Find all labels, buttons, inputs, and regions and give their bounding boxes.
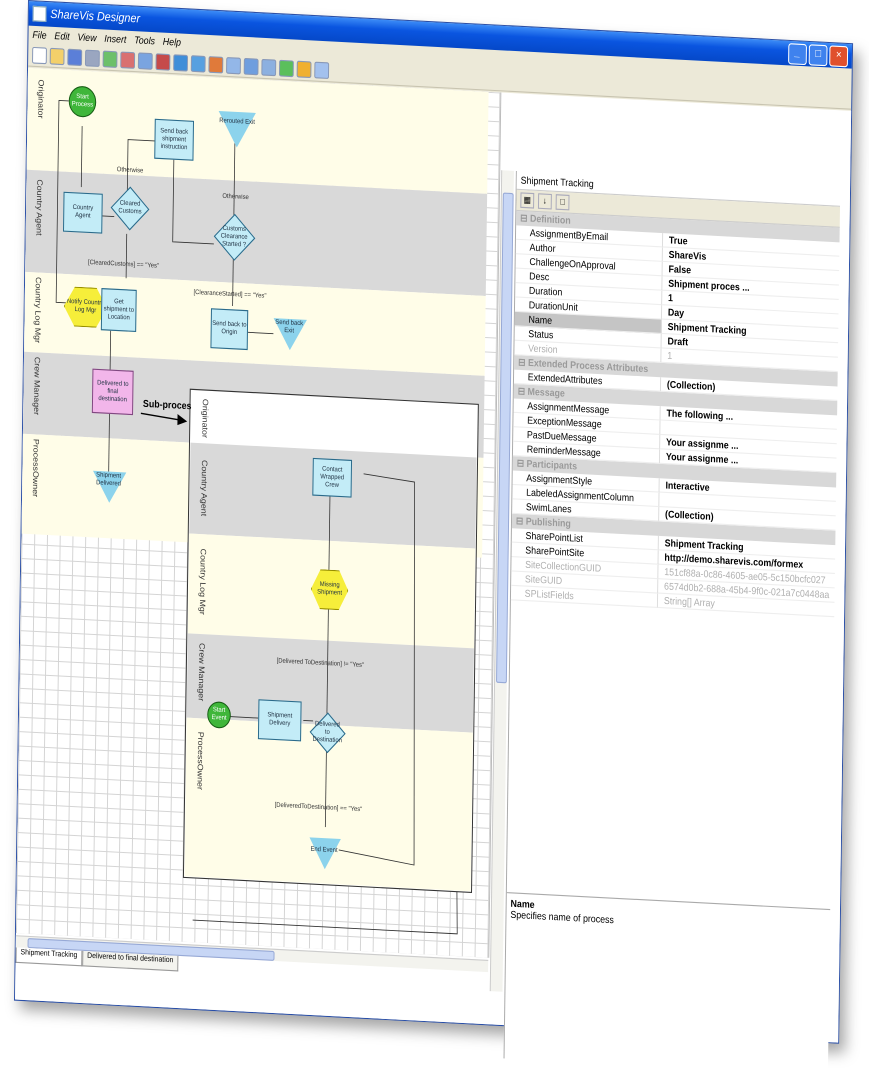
sub-lane-originator: Originator bbox=[200, 398, 210, 439]
tab-shipment-tracking[interactable]: Shipment Tracking bbox=[15, 947, 83, 967]
menu-view[interactable]: View bbox=[77, 28, 96, 47]
bars-icon[interactable] bbox=[155, 52, 171, 71]
send-back-shipment-instruction-node[interactable]: Send back shipment instruction bbox=[154, 118, 194, 161]
shipment-delivery-node[interactable]: Shipment Delivery bbox=[257, 699, 302, 742]
sub-lane-crew-manager: Crew Manager bbox=[196, 642, 207, 702]
minimize-icon[interactable]: _ bbox=[788, 43, 807, 66]
sub-lane-country-agent: Country Agent bbox=[199, 459, 209, 517]
property-grid: ⊟ Definition AssignmentByEmail True Author S… bbox=[510, 210, 840, 618]
maximize-icon[interactable]: □ bbox=[808, 44, 828, 67]
sub-lane-process-owner: ProcessOwner bbox=[195, 731, 206, 791]
delivered-to-final-destination-node[interactable]: Delivered to final destination bbox=[91, 368, 134, 416]
close-icon[interactable]: × bbox=[829, 45, 849, 68]
chart-icon[interactable] bbox=[120, 50, 136, 69]
window-title: ShareVis Designer bbox=[50, 7, 141, 26]
categorized-icon[interactable]: ▦ bbox=[520, 192, 535, 209]
main-area: Originator Country Agent Country Log Mgr… bbox=[15, 67, 852, 1076]
property-pages-icon[interactable]: □ bbox=[555, 194, 570, 211]
send-back-to-origin-node[interactable]: Send back to Origin bbox=[210, 308, 249, 351]
country-agent-node[interactable]: Country Agent bbox=[63, 191, 103, 234]
menu-edit[interactable]: Edit bbox=[54, 27, 69, 46]
designer-window: ShareVis Designer _ □ × File Edit View I… bbox=[14, 0, 854, 1076]
open-icon[interactable] bbox=[49, 47, 65, 65]
menu-insert[interactable]: Insert bbox=[104, 30, 126, 49]
property-description: Name Specifies name of process bbox=[505, 892, 831, 976]
validate-icon[interactable] bbox=[102, 49, 118, 68]
print-icon[interactable] bbox=[84, 49, 100, 67]
settings-icon[interactable] bbox=[190, 54, 206, 73]
diagram-canvas[interactable]: Originator Country Agent Country Log Mgr… bbox=[15, 67, 502, 958]
save-icon[interactable] bbox=[67, 48, 83, 66]
shipment-delivered-label: Shipment Delivered bbox=[96, 472, 122, 488]
contact-wrapped-crew-node[interactable]: Contact Wrapped Crew bbox=[312, 457, 353, 498]
menu-help[interactable]: Help bbox=[163, 33, 181, 52]
globe-icon[interactable] bbox=[173, 53, 189, 72]
sub-lane-country-log-mgr: Country Log Mgr bbox=[197, 548, 208, 616]
menu-file[interactable]: File bbox=[32, 26, 46, 44]
app-icon bbox=[32, 5, 47, 23]
condition-otherwise-2: Otherwise bbox=[222, 193, 249, 202]
run-icon[interactable] bbox=[278, 59, 294, 77]
get-shipment-to-location-node[interactable]: Get shipment to Location bbox=[100, 288, 137, 333]
properties-panel: Shipment Tracking ▦ ↓ □ ⊟ Definition Assi… bbox=[503, 170, 841, 1076]
publish-icon[interactable] bbox=[208, 55, 224, 73]
menu-tools[interactable]: Tools bbox=[134, 31, 155, 50]
condition-otherwise-1: Otherwise bbox=[116, 166, 144, 175]
rerouted-exit-label: Rerouted Exit bbox=[219, 117, 255, 126]
new-icon[interactable] bbox=[32, 46, 47, 64]
web-icon[interactable] bbox=[243, 57, 259, 75]
help-icon[interactable] bbox=[314, 61, 330, 79]
deploy-icon[interactable] bbox=[226, 56, 241, 74]
end-event-label: End Event bbox=[310, 845, 338, 854]
send-back-exit-label: Send back Exit bbox=[275, 319, 304, 335]
report-icon[interactable] bbox=[296, 60, 312, 78]
layout-icon[interactable] bbox=[137, 51, 153, 70]
export-icon[interactable] bbox=[261, 58, 277, 76]
alphabetical-icon[interactable]: ↓ bbox=[537, 193, 552, 210]
